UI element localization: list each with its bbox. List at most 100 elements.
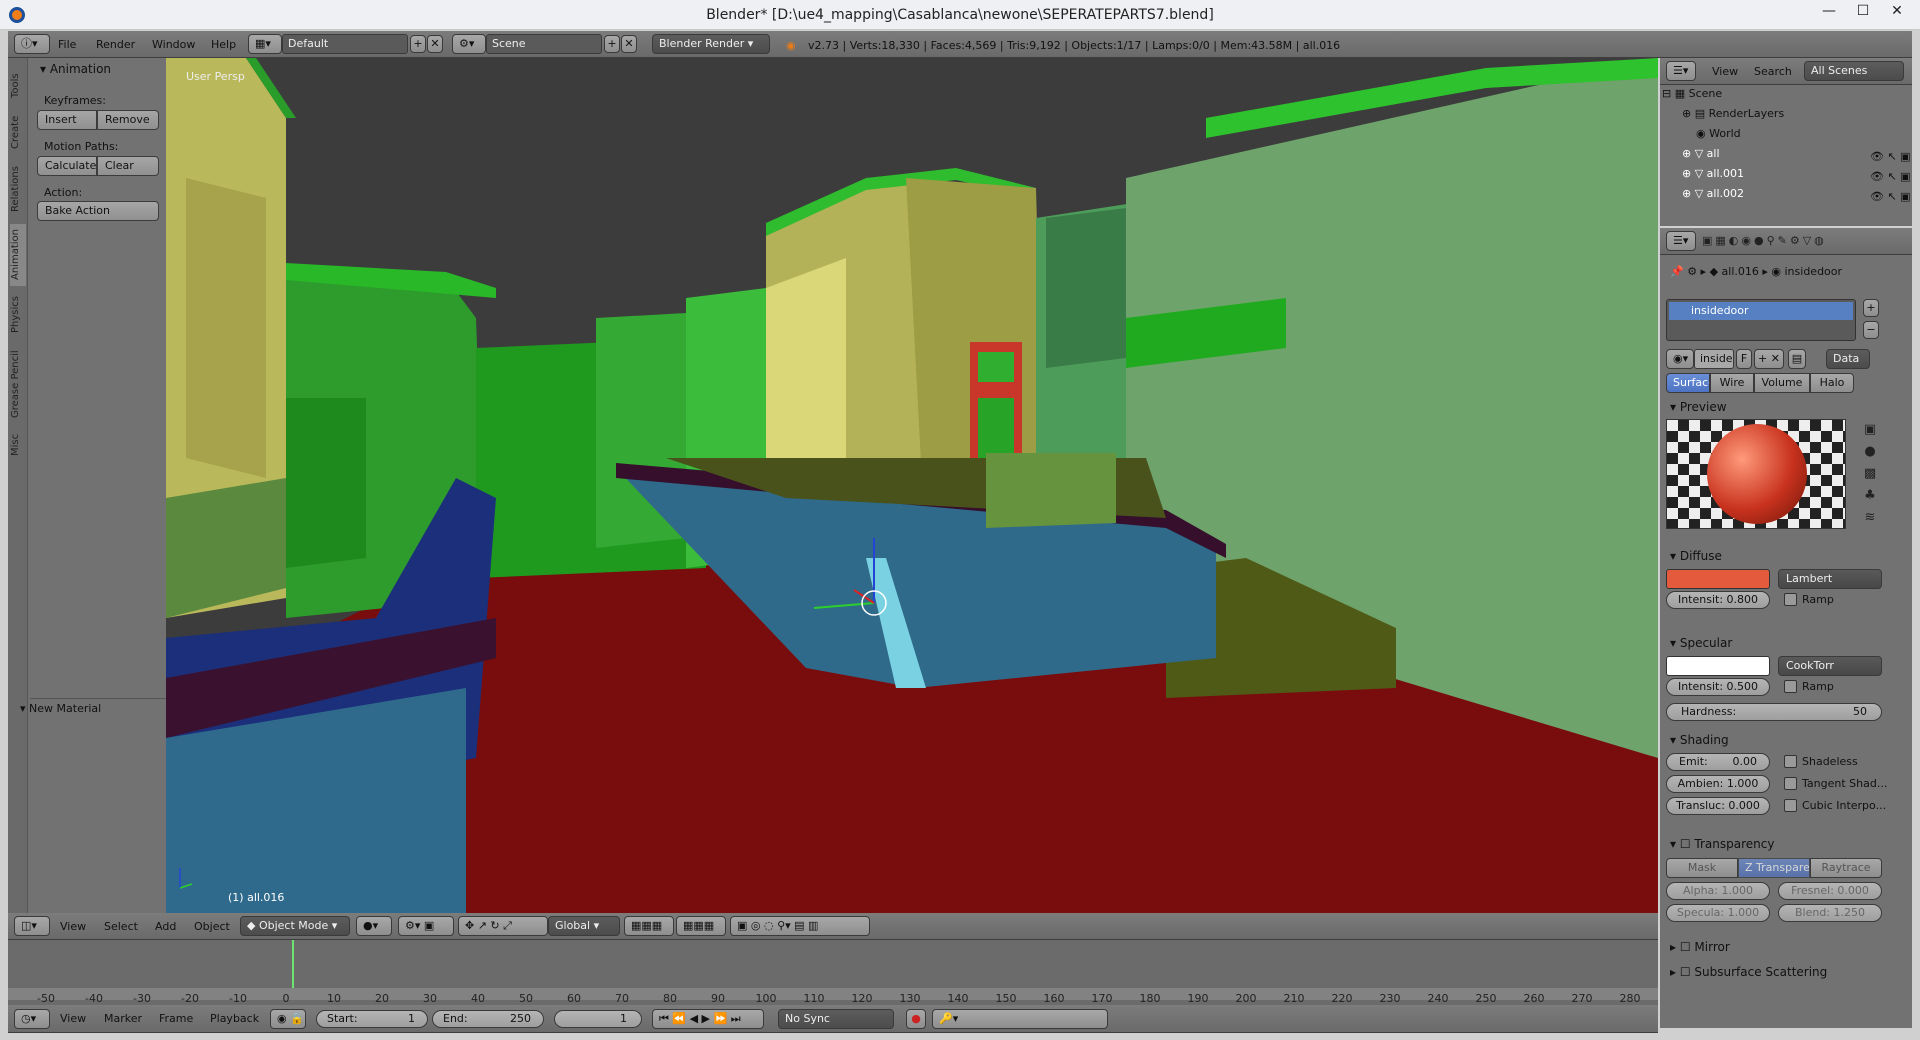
timeline-menu-frame[interactable]: Frame	[159, 1012, 193, 1025]
material-link-icon[interactable]: ▤	[1788, 349, 1806, 369]
emit-slider[interactable]: Emit: 0.00	[1666, 753, 1770, 771]
material-browse-button[interactable]: ◉▾	[1666, 349, 1694, 369]
tab-create[interactable]: Create	[10, 110, 26, 154]
translucency-slider[interactable]: Transluc: 0.000	[1666, 797, 1770, 815]
preview-panel-header[interactable]: ▾ Preview	[1670, 400, 1727, 414]
specular-shader-dropdown[interactable]: CookTorr	[1778, 656, 1882, 676]
remove-slot-icon[interactable]: −	[1863, 321, 1879, 339]
diffuse-shader-dropdown[interactable]: Lambert	[1778, 569, 1882, 589]
minimize-button[interactable]: —	[1814, 3, 1844, 23]
tangent-shading-checkbox[interactable]	[1784, 777, 1797, 790]
insert-keyframe-button[interactable]: Insert	[37, 110, 97, 130]
layout-icon-button[interactable]: ▦▾	[248, 34, 282, 54]
view3d-editor-type-button[interactable]: ◫▾	[14, 916, 50, 936]
maximize-button[interactable]: ☐	[1848, 3, 1878, 23]
add-remove-material[interactable]: + ✕	[1754, 349, 1784, 369]
shading-panel-header[interactable]: ▾ Shading	[1670, 733, 1729, 747]
hardness-slider[interactable]: Hardness: 50	[1666, 703, 1882, 721]
keying-set-field[interactable]: 🔑▾	[932, 1009, 1108, 1029]
outliner-menu-view[interactable]: View	[1712, 65, 1738, 78]
tab-halo[interactable]: Halo	[1810, 373, 1854, 393]
specular-alpha-slider[interactable]: Specula: 1.000	[1666, 904, 1770, 922]
manipulator-buttons[interactable]: ✥ ↗ ↻ ⤢	[458, 916, 548, 936]
shading-button[interactable]: ●▾	[356, 916, 392, 936]
end-frame-field[interactable]: End: 250	[432, 1010, 544, 1028]
remove-layout-icon[interactable]: ✕	[427, 35, 443, 53]
outliner-editor-type[interactable]: ☰▾	[1666, 61, 1696, 81]
timeline-menu-marker[interactable]: Marker	[104, 1012, 142, 1025]
playback-controls[interactable]: ⏮ ⏪ ◀ ▶ ⏩ ⏭	[652, 1009, 764, 1029]
material-link-dropdown[interactable]: Data	[1826, 349, 1870, 369]
editor-type-button[interactable]: ⓘ▾	[14, 34, 50, 54]
outliner-row-renderlayers[interactable]: ⊕ ▤ RenderLayers	[1682, 107, 1920, 127]
scene-icon-button[interactable]: ⚙▾	[452, 34, 486, 54]
preview-type-icons[interactable]: ▣ ● ▩ ♣ ≋	[1856, 419, 1884, 529]
layout-field[interactable]: Default	[282, 34, 408, 54]
transparency-ztransp-button[interactable]: Z Transpare...	[1738, 858, 1810, 878]
transparency-mask-button[interactable]: Mask	[1666, 858, 1738, 878]
current-frame-field[interactable]: 1	[554, 1010, 642, 1028]
timeline-menu-view[interactable]: View	[60, 1012, 86, 1025]
diffuse-intensity-slider[interactable]: Intensit: 0.800	[1666, 591, 1770, 609]
cubic-interpolation-checkbox[interactable]	[1784, 799, 1797, 812]
tab-volume[interactable]: Volume	[1754, 373, 1810, 393]
preview-range-icons[interactable]: ◉ 🔒	[270, 1009, 306, 1029]
add-layout-icon[interactable]: +	[410, 35, 426, 53]
add-scene-icon[interactable]: +	[604, 35, 620, 53]
tab-surface[interactable]: Surface	[1666, 373, 1710, 393]
outliner-filter-dropdown[interactable]: All Scenes	[1804, 61, 1904, 81]
new-material-panel[interactable]: ▾ New Material	[20, 702, 101, 715]
close-button[interactable]: ✕	[1882, 3, 1912, 23]
tab-physics[interactable]: Physics	[10, 290, 26, 340]
tab-tools[interactable]: Tools	[10, 66, 26, 106]
bake-action-button[interactable]: Bake Action	[37, 201, 159, 221]
layers-grid-2[interactable]: ▦▦▦	[676, 916, 726, 936]
menu-window[interactable]: Window	[152, 38, 195, 51]
clear-paths-button[interactable]: Clear	[97, 156, 159, 176]
record-icon[interactable]: ●	[906, 1009, 926, 1029]
properties-editor-type[interactable]: ☰▾	[1666, 231, 1696, 251]
layers-grid-1[interactable]: ▦▦▦	[624, 916, 674, 936]
sync-mode-dropdown[interactable]: No Sync	[778, 1009, 894, 1029]
animation-panel-header[interactable]: ▾ Animation	[40, 62, 111, 76]
alpha-slider[interactable]: Alpha: 1.000	[1666, 882, 1770, 900]
specular-color-swatch[interactable]	[1666, 656, 1770, 676]
specular-intensity-slider[interactable]: Intensit: 0.500	[1666, 678, 1770, 696]
menu-render[interactable]: Render	[96, 38, 135, 51]
calculate-paths-button[interactable]: Calculate	[37, 156, 97, 176]
start-frame-field[interactable]: Start: 1	[316, 1010, 428, 1028]
fake-user-button[interactable]: F	[1736, 349, 1752, 369]
outliner-menu-search[interactable]: Search	[1754, 65, 1792, 78]
tab-grease-pencil[interactable]: Grease Pencil	[10, 344, 26, 424]
fresnel-slider[interactable]: Fresnel: 0.000	[1778, 882, 1882, 900]
orientation-dropdown[interactable]: Global ▾	[548, 916, 620, 936]
transparency-panel-header[interactable]: ▾ ☐ Transparency	[1670, 837, 1774, 851]
outliner-row-scene[interactable]: ⊟ ▦ Scene	[1662, 87, 1912, 107]
mode-dropdown[interactable]: ◆ Object Mode ▾	[240, 916, 350, 936]
menu-file[interactable]: File	[58, 38, 76, 51]
diffuse-panel-header[interactable]: ▾ Diffuse	[1670, 549, 1722, 563]
tab-relations[interactable]: Relations	[10, 158, 26, 220]
sss-panel-header[interactable]: ▸ ☐ Subsurface Scattering	[1670, 965, 1827, 979]
render-engine-dropdown[interactable]: Blender Render ▾	[652, 34, 770, 54]
menu-view[interactable]: View	[60, 920, 86, 933]
menu-object[interactable]: Object	[194, 920, 230, 933]
snap-render-buttons[interactable]: ▣ ◎ ◌ ⚲▾ ▤ ▥	[730, 916, 870, 936]
3d-viewport[interactable]: User Persp (1) all.016	[166, 58, 1658, 913]
diffuse-ramp-checkbox[interactable]	[1784, 593, 1797, 606]
timeline-editor-type[interactable]: ◷▾	[14, 1009, 50, 1029]
menu-select[interactable]: Select	[104, 920, 138, 933]
mirror-panel-header[interactable]: ▸ ☐ Mirror	[1670, 940, 1730, 954]
specular-panel-header[interactable]: ▾ Specular	[1670, 636, 1732, 650]
remove-scene-icon[interactable]: ✕	[621, 35, 637, 53]
transparency-raytrace-button[interactable]: Raytrace	[1810, 858, 1882, 878]
menu-help[interactable]: Help	[211, 38, 236, 51]
ambient-slider[interactable]: Ambien: 1.000	[1666, 775, 1770, 793]
remove-keyframe-button[interactable]: Remove	[97, 110, 159, 130]
tab-misc[interactable]: Misc	[10, 428, 26, 462]
blend-slider[interactable]: Blend: 1.250	[1778, 904, 1882, 922]
visibility-icons[interactable]: 👁 ↖ ▣ 👁 ↖ ▣ 👁 ↖ ▣	[1870, 147, 1911, 207]
material-slot-list[interactable]: insidedoor	[1666, 299, 1856, 341]
pivot-button[interactable]: ⚙▾ ▣	[398, 916, 454, 936]
material-name-field[interactable]: inside	[1694, 349, 1734, 369]
